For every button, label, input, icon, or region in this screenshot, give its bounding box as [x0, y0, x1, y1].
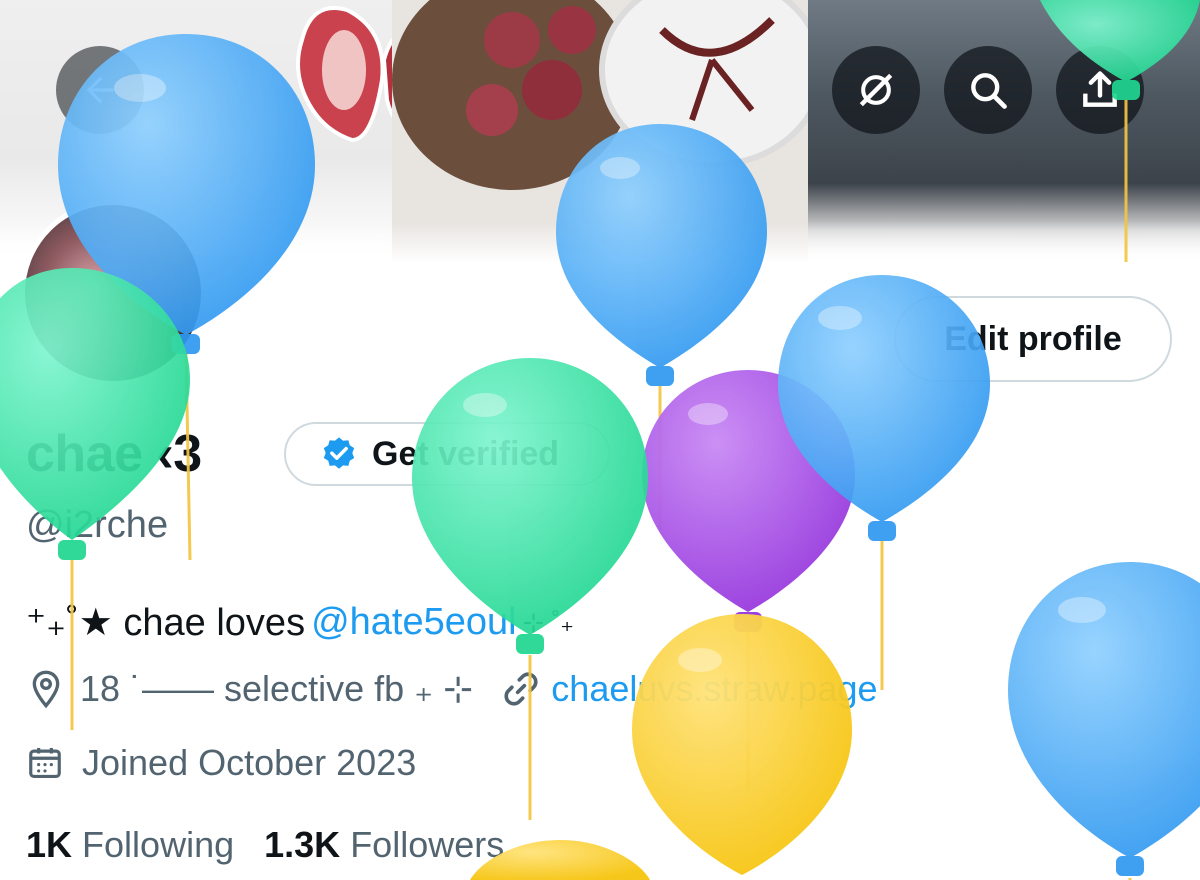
- share-icon: [1083, 71, 1117, 107]
- edit-profile-button[interactable]: Edit profile: [894, 296, 1172, 382]
- following-label: Following: [82, 824, 235, 865]
- back-button[interactable]: [56, 46, 144, 134]
- grok-button[interactable]: [832, 46, 920, 134]
- get-verified-label: Get verified: [372, 434, 560, 473]
- balloon-blue: [1008, 562, 1200, 880]
- grok-icon: [859, 73, 893, 107]
- following-count: 1K: [26, 824, 73, 865]
- bio: ⁺₊˚★ chae loves @hate5eoul ⊹ ˚₊: [26, 600, 574, 645]
- bio-prefix: ⁺₊˚★ chae loves: [26, 602, 306, 644]
- followers-link[interactable]: 1.3K Followers: [264, 824, 504, 866]
- get-verified-button[interactable]: Get verified: [284, 422, 610, 486]
- bio-mention-link[interactable]: @hate5eoul: [311, 601, 517, 644]
- profile-meta: 18 ˙—— selective fb ₊ ⊹ chaeluvs.straw.p…: [26, 668, 878, 710]
- handle: @i2rche: [26, 504, 169, 546]
- website-link[interactable]: chaeluvs.straw.page: [551, 668, 877, 710]
- followers-label: Followers: [350, 824, 505, 865]
- display-name: chae ‹3: [26, 425, 202, 483]
- bio-suffix: ⊹ ˚₊: [522, 607, 574, 637]
- follow-stats: 1K Following 1.3K Followers: [26, 824, 504, 866]
- share-button[interactable]: [1056, 46, 1144, 134]
- link-icon: [504, 672, 538, 706]
- location-pin-icon: [32, 670, 60, 709]
- avatar[interactable]: [20, 200, 206, 386]
- joined-date: Joined October 2023: [82, 742, 417, 783]
- joined-row: Joined October 2023: [26, 742, 416, 784]
- verified-badge-icon: [323, 437, 355, 469]
- search-icon: [971, 73, 1007, 109]
- search-button[interactable]: [944, 46, 1032, 134]
- arrow-left-icon: [86, 76, 114, 104]
- following-link[interactable]: 1K Following: [26, 824, 234, 866]
- calendar-icon: [29, 747, 61, 779]
- followers-count: 1.3K: [264, 824, 341, 865]
- balloon-purple: [642, 370, 855, 790]
- profile-banner[interactable]: [0, 0, 1200, 262]
- balloon-yellow: [632, 614, 852, 875]
- location-text: 18 ˙—— selective fb ₊ ⊹: [80, 668, 474, 709]
